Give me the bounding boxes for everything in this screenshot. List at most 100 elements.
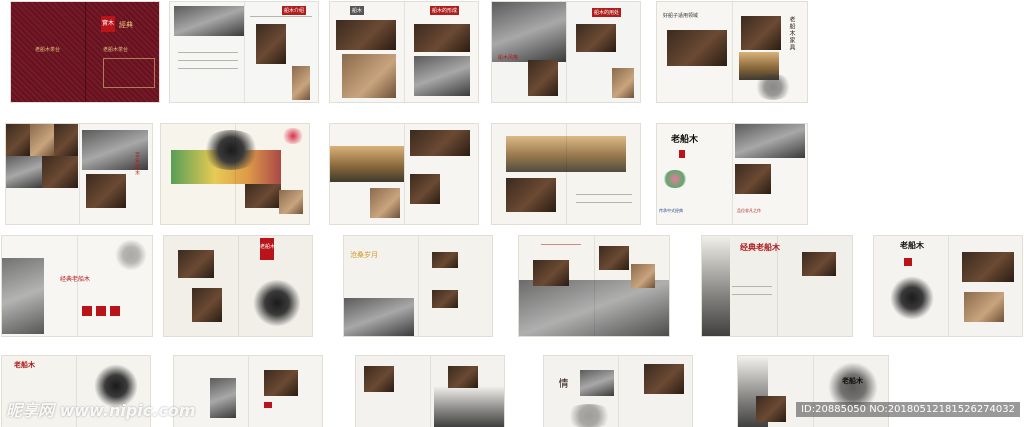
table-photo [448, 366, 478, 388]
tea-table-photo [370, 188, 400, 218]
rule [178, 52, 238, 53]
spread-tree[interactable]: 老船木 [164, 236, 312, 336]
spread-lotus[interactable]: 老船木 传承中式经典 品位非凡之作 [657, 124, 807, 224]
tea-room-photo [735, 124, 805, 158]
spine [618, 356, 619, 427]
spread-applications[interactable]: 好船子适用领域 老船木家具 [657, 2, 807, 102]
spread-title: 老船木 [842, 376, 863, 385]
ink-splash [753, 74, 793, 100]
spine [732, 2, 733, 102]
boat-photo [533, 260, 569, 286]
spread-canal[interactable] [519, 236, 669, 336]
spread-title: 老船木 [671, 135, 699, 145]
spine [404, 2, 405, 102]
table-photo [410, 130, 470, 156]
spread-ink-mountain[interactable] [356, 356, 504, 427]
calligraphy-title: 情 [556, 378, 567, 389]
tea-table-photo [599, 246, 629, 270]
ink-circle [114, 240, 148, 270]
workshop-photo [342, 54, 396, 98]
spread-title: 沧桑岁月 [350, 251, 378, 259]
caption: 传承中式经典 [659, 208, 683, 213]
photo-5 [42, 156, 78, 188]
room-photo [414, 56, 470, 96]
spine [732, 124, 733, 224]
spread-title: 老船木 [14, 360, 35, 369]
spread-birds[interactable]: 沧桑岁月 [344, 236, 492, 336]
rule [732, 286, 772, 287]
brochure-cover-spread[interactable]: 實木 經典 老船木茶台 老船木茶台 [11, 2, 159, 102]
seal [904, 258, 912, 266]
section-heading: 好船子适用领域 [663, 13, 699, 19]
spine [594, 236, 595, 336]
tea-table-photo [86, 174, 126, 208]
rule [178, 60, 238, 61]
lotus-illustration [663, 170, 687, 188]
spread-title: 老船木 [900, 240, 924, 250]
spine [235, 124, 236, 224]
spine [418, 236, 419, 336]
caption-2: 品位非凡之作 [737, 208, 761, 213]
forest-photo [492, 2, 566, 62]
spread-sunset[interactable] [330, 124, 478, 224]
furniture-photo [735, 164, 771, 194]
ink-village-photo [2, 258, 44, 334]
spine [248, 356, 249, 427]
cover-title-right: 老船木茶台 [103, 47, 129, 53]
tea-table-photo [962, 252, 1014, 282]
photo-4 [6, 156, 42, 188]
spread-ink-circle[interactable]: 老船木 [874, 236, 1022, 336]
rule [576, 194, 632, 195]
ink-landscape-photo [174, 6, 244, 36]
seal-2 [96, 306, 106, 316]
section-heading: 船木 [350, 6, 365, 15]
spread-intro[interactable]: 船木介绍 [170, 2, 318, 102]
watermark-id-text: ID:20885050 NO:20180512181526274032 [801, 404, 1015, 415]
table-photo [612, 68, 634, 98]
chair-photo [279, 190, 303, 214]
spread-gallery[interactable]: 百年船木 [6, 124, 152, 224]
spine [77, 236, 78, 336]
spread-formation[interactable]: 船木 船木的形成 [330, 2, 478, 102]
spread-title: 经典老船木 [740, 242, 780, 252]
spread-classic[interactable]: 经典老船木 [702, 236, 852, 336]
seal [264, 402, 272, 408]
spread-bridge[interactable]: 情 [544, 356, 692, 427]
spine [79, 124, 80, 224]
furniture-photo [741, 16, 781, 50]
cover-seal: 實木 [101, 16, 115, 32]
cover-title-left: 老船木茶台 [35, 47, 61, 53]
ink-wash [702, 236, 730, 336]
tea-table-photo [802, 252, 836, 276]
photo-2 [30, 124, 54, 156]
ink-tree [252, 280, 302, 326]
vertical-title: 老船木家具 [788, 16, 795, 51]
stool-photo [756, 396, 786, 422]
tea-table-photo [667, 30, 727, 66]
rule [541, 244, 581, 245]
spread-panorama[interactable] [492, 124, 640, 224]
spread-ink-village[interactable]: 经典老船木 [2, 236, 152, 336]
vertical-title: 百年船木 [134, 152, 140, 176]
cover-seal-text: 實木 [101, 20, 114, 27]
watermark-id: ID:20885050 NO:20180512181526274032 [796, 402, 1020, 417]
table-photo [432, 252, 458, 268]
chair-photo [364, 366, 394, 392]
spine [404, 124, 405, 224]
table-photo [245, 184, 281, 208]
chair-photo [410, 174, 440, 204]
spread-landscape[interactable] [161, 124, 309, 224]
section-heading: 船木的用处 [592, 8, 622, 17]
spine [777, 236, 778, 336]
ink-bridge-photo [344, 298, 414, 336]
ink-mountain [434, 386, 504, 427]
spread-doorway[interactable] [174, 356, 322, 427]
tea-set-photo [576, 24, 616, 52]
spread-usage[interactable]: 船木的用处 船木风格 [492, 2, 640, 102]
seal-1 [82, 306, 92, 316]
spine [566, 2, 567, 102]
rule [178, 68, 238, 69]
spine [244, 2, 245, 102]
tea-table-photo [264, 370, 298, 396]
sunset-photo [330, 146, 404, 182]
